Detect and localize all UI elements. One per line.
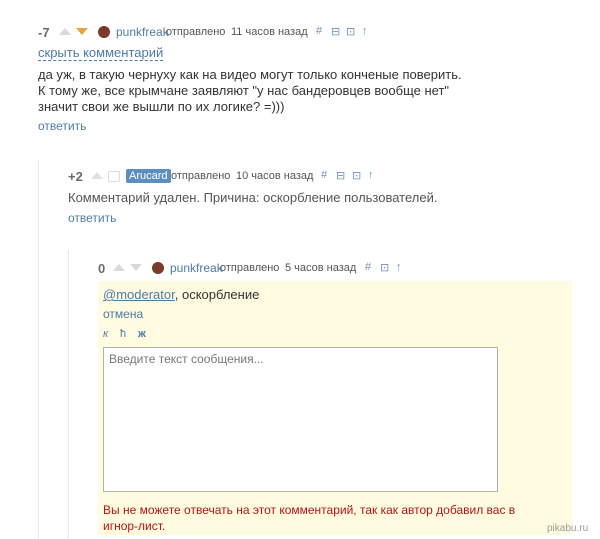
downvote-icon[interactable] (76, 28, 88, 35)
reply-link[interactable]: ответить (68, 211, 116, 225)
mention-reason: , оскорбление (174, 287, 260, 302)
hash-icon[interactable]: # (365, 261, 371, 273)
hash-icon[interactable]: # (321, 169, 327, 181)
sent-label: отправлено (171, 170, 231, 182)
thread-line (68, 250, 69, 539)
timestamp: 5 часов назад (285, 262, 357, 274)
timestamp: 11 часов назад (231, 26, 308, 38)
hash-icon[interactable]: # (316, 25, 322, 37)
author-name[interactable]: punkfreak (116, 25, 169, 39)
timestamp: 10 часов назад (236, 170, 314, 182)
arrow-up-icon[interactable]: ↑ (396, 261, 402, 273)
author-name[interactable]: Arucard (126, 169, 171, 183)
upvote-icon[interactable] (91, 172, 103, 179)
upvote-icon[interactable] (59, 28, 71, 35)
save-icon[interactable]: ⊡ (346, 25, 355, 38)
avatar[interactable] (98, 26, 110, 38)
sent-label: отправлено (220, 262, 280, 274)
error-message: Вы не можете отвечать на этот комментари… (103, 503, 516, 533)
avatar[interactable] (152, 262, 164, 274)
hide-comment-link[interactable]: скрыть комментарий (38, 45, 164, 61)
rating-value: 0 (98, 261, 106, 276)
heart-icon[interactable] (108, 171, 120, 182)
arrow-up-icon[interactable]: ↑ (362, 25, 368, 37)
rating-value: +2 (68, 169, 83, 184)
reply-link[interactable]: ответить (38, 119, 86, 133)
thread-line (38, 160, 39, 539)
minimize-icon[interactable]: ⊟ (336, 169, 345, 182)
upvote-icon[interactable] (113, 264, 125, 271)
mention-link[interactable]: @moderator (103, 287, 175, 302)
comment-text: Комментарий удален. Причина: оскорбление… (68, 190, 438, 205)
reply-mention-line: @moderator, оскорбление (103, 287, 259, 303)
downvote-icon[interactable] (130, 264, 142, 271)
bold-button[interactable]: ж (138, 328, 146, 340)
save-icon[interactable]: ⊡ (352, 169, 361, 182)
comment-text: да уж, в такую чернуху как на видео могу… (38, 67, 462, 114)
link-button[interactable]: ħ (120, 328, 126, 340)
message-textarea[interactable]: Введите текст сообщения... (103, 347, 498, 492)
sent-label: отправлено (166, 26, 226, 38)
rating-value: -7 (38, 25, 50, 40)
minimize-icon[interactable]: ⊟ (331, 25, 340, 38)
author-name[interactable]: punkfreak (170, 261, 223, 275)
cancel-link[interactable]: отмена (103, 307, 143, 321)
watermark: pikabu.ru (547, 523, 589, 534)
save-icon[interactable]: ⊡ (380, 261, 389, 274)
italic-button[interactable]: к (103, 328, 108, 340)
arrow-up-icon[interactable]: ↑ (368, 169, 374, 181)
